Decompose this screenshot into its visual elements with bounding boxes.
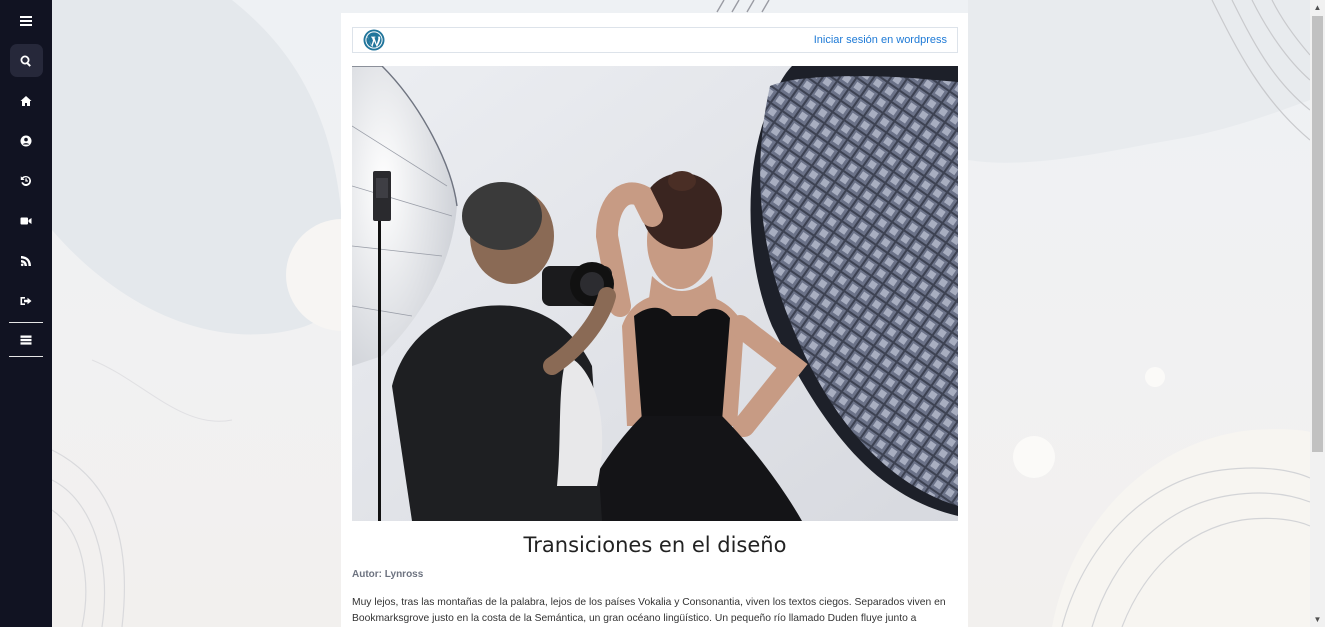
sign-out-icon: [20, 296, 32, 305]
video-camera-icon: [20, 217, 32, 224]
user-circle-icon: [20, 135, 32, 146]
post-title: Transiciones en el diseño: [523, 533, 787, 557]
sidebar-item-profile[interactable]: [10, 124, 43, 157]
post-card: Iniciar sesión en wordpress Transiciones…: [341, 13, 968, 627]
history-icon: [20, 175, 32, 186]
sidebar-item-blog[interactable]: [10, 244, 43, 277]
blogger-icon: [20, 255, 31, 266]
wordpress-bar: Iniciar sesión en wordpress: [352, 27, 958, 53]
scroll-up-button[interactable]: ▲: [1310, 0, 1325, 15]
sidebar-item-video[interactable]: [10, 204, 43, 237]
sidebar-divider-bottom: [9, 356, 43, 357]
wordpress-icon[interactable]: [363, 29, 385, 51]
post-author: Autor: Lynross: [352, 569, 424, 580]
sidebar-item-more[interactable]: [10, 323, 43, 356]
sidebar: [0, 0, 52, 627]
sidebar-item-history[interactable]: [10, 164, 43, 197]
hamburger-icon: [20, 15, 32, 26]
sidebar-item-menu[interactable]: [10, 4, 43, 37]
sidebar-item-search[interactable]: [9, 44, 43, 77]
scroll-down-button[interactable]: ▼: [1310, 612, 1325, 627]
search-icon: [20, 55, 31, 67]
page-scrollbar[interactable]: ▲ ▼: [1310, 0, 1325, 627]
post-body: Muy lejos, tras las montañas de la palab…: [352, 597, 946, 624]
post-image: [352, 66, 958, 521]
sidebar-item-home[interactable]: [10, 84, 43, 117]
scroll-thumb[interactable]: [1312, 16, 1323, 452]
sidebar-item-logout[interactable]: [10, 284, 43, 317]
photo-studio-image: [352, 66, 958, 521]
wordpress-login-link[interactable]: Iniciar sesión en wordpress: [814, 34, 947, 46]
home-icon: [20, 95, 32, 106]
stack-icon: [20, 335, 32, 345]
